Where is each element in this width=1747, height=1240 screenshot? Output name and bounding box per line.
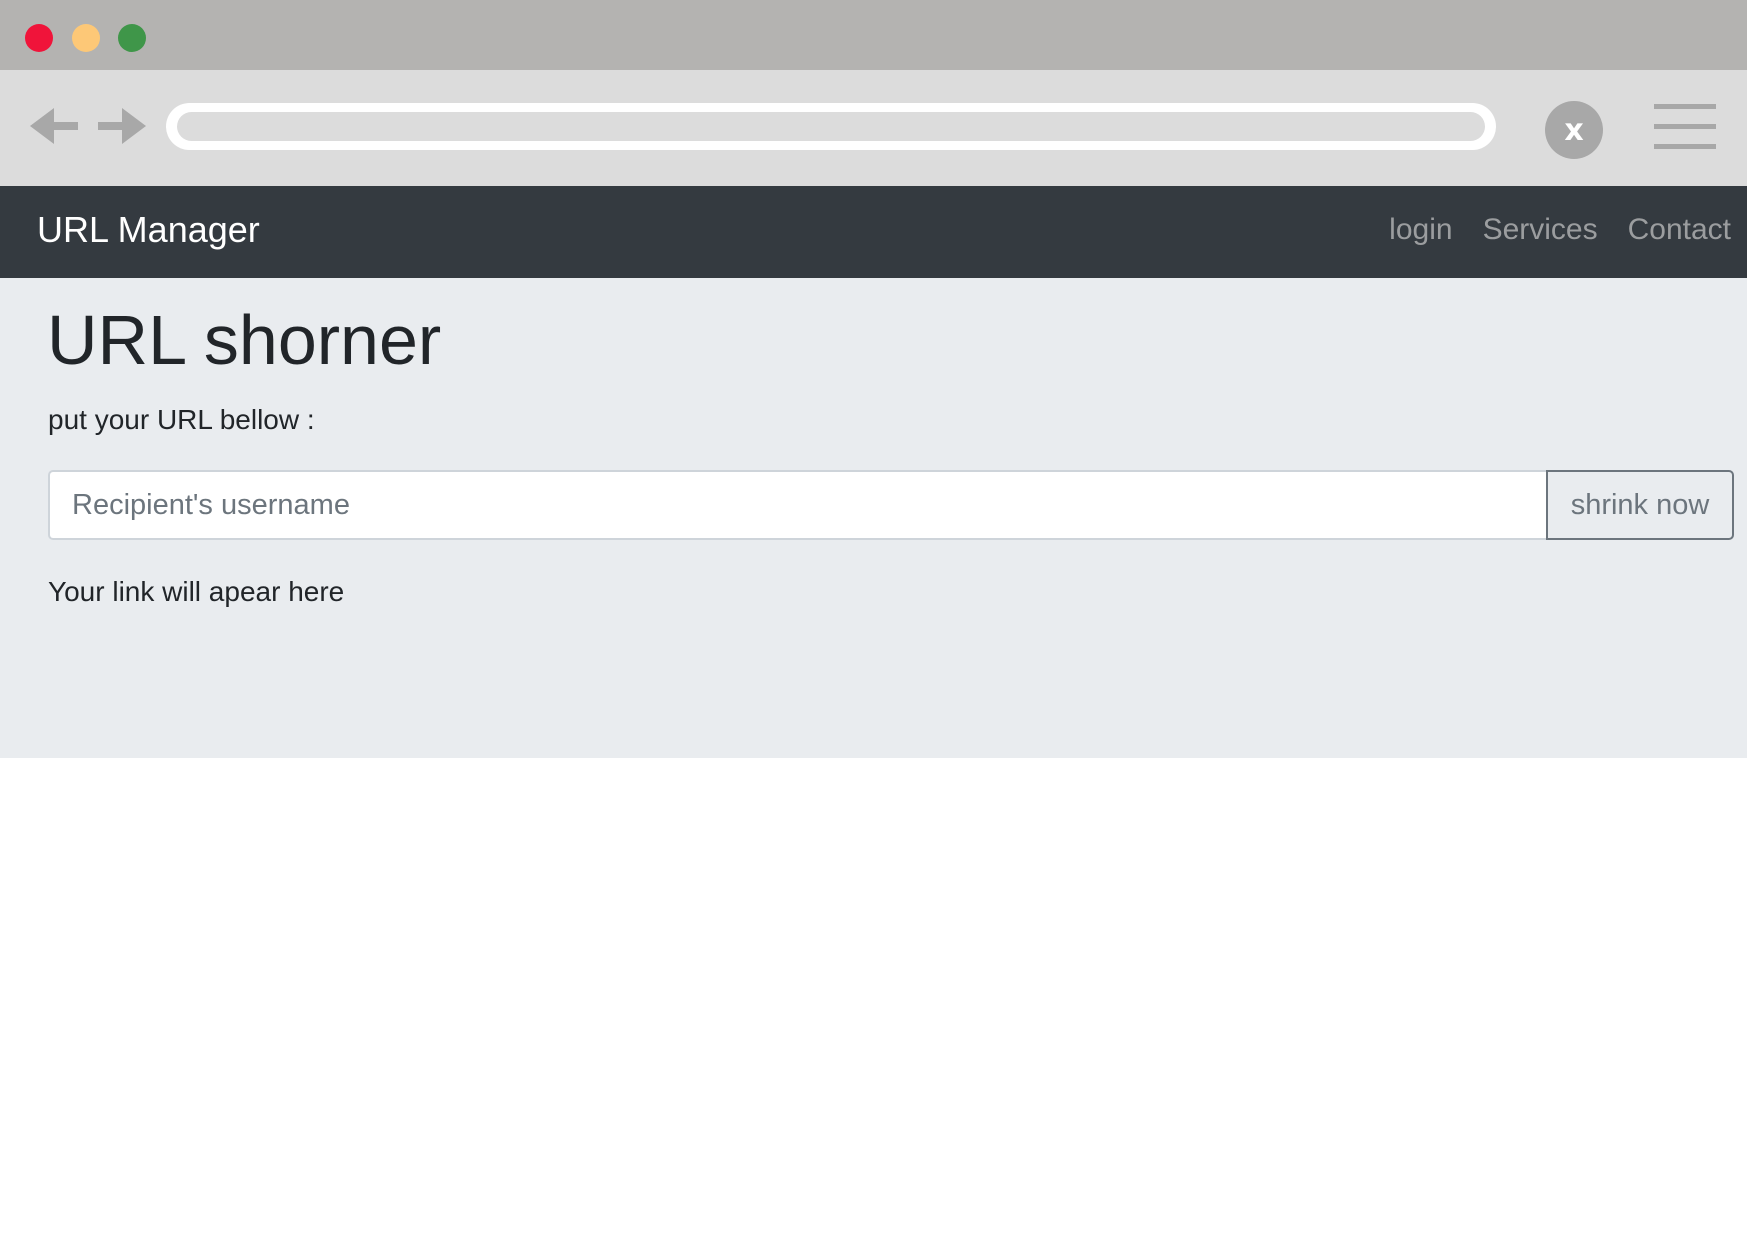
stop-button[interactable]: x	[1545, 101, 1603, 159]
window-maximize-button[interactable]	[118, 24, 146, 52]
forward-button[interactable]	[96, 106, 146, 146]
menu-line	[1654, 104, 1716, 109]
url-prompt-text: put your URL bellow :	[48, 404, 315, 435]
browser-toolbar: x	[0, 70, 1747, 186]
arrow-right-icon	[98, 108, 146, 144]
nav-link-contact[interactable]: Contact	[1628, 206, 1731, 254]
result-link-text: Your link will apear here	[48, 576, 345, 607]
address-bar[interactable]	[166, 103, 1496, 150]
nav-link-login[interactable]: login	[1389, 206, 1452, 254]
jumbotron: URL shorner put your URL bellow : shrink…	[0, 278, 1747, 758]
url-input-group: shrink now	[48, 470, 1734, 540]
window-close-button[interactable]	[25, 24, 53, 52]
window-titlebar	[0, 0, 1747, 70]
navbar-brand[interactable]: URL Manager	[37, 206, 260, 254]
arrow-left-icon	[30, 108, 78, 144]
hamburger-menu-icon[interactable]	[1654, 104, 1716, 150]
window-minimize-button[interactable]	[72, 24, 100, 52]
address-bar-field[interactable]	[177, 112, 1485, 141]
menu-line	[1654, 124, 1716, 129]
menu-line	[1654, 144, 1716, 149]
navbar-links: login Services Contact	[1389, 206, 1731, 254]
page-title: URL shorner	[47, 301, 442, 379]
nav-link-services[interactable]: Services	[1483, 206, 1598, 254]
url-input[interactable]	[48, 470, 1546, 540]
back-button[interactable]	[30, 106, 80, 146]
shrink-now-button[interactable]: shrink now	[1546, 470, 1734, 540]
site-navbar: URL Manager login Services Contact	[0, 186, 1747, 278]
